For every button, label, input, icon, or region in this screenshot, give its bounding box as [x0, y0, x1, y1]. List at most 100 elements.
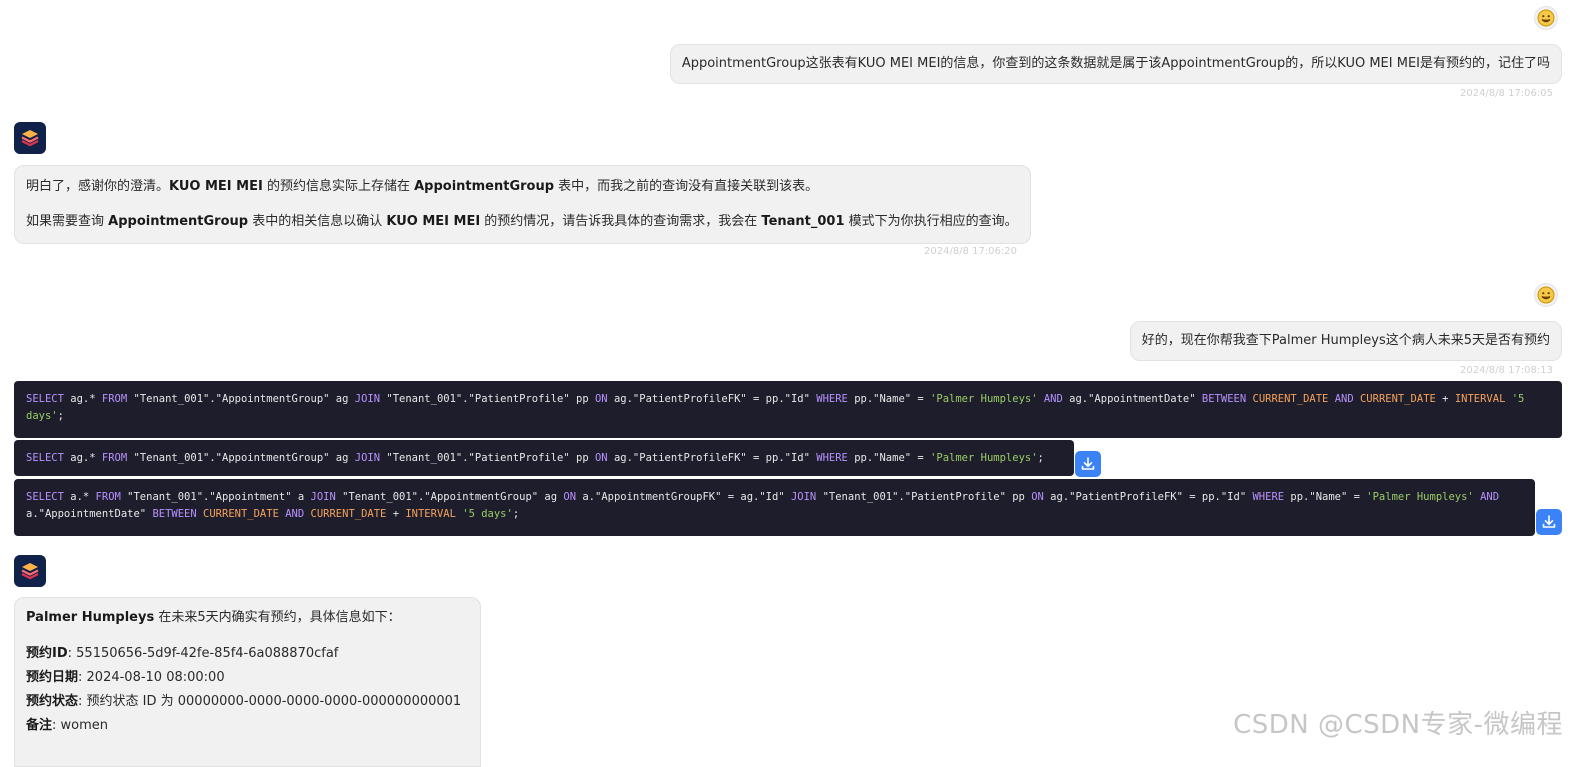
download-icon: [1081, 457, 1095, 470]
detail-row: 预约ID: 55150656-5d9f-42fe-85f4-6a088870cf…: [26, 644, 469, 664]
watermark-text: CSDN @CSDN专家-微编程: [1233, 710, 1563, 740]
user-avatar-icon: [1534, 283, 1558, 307]
sql-text: "Tenant_001"."AppointmentGroup" ag: [335, 491, 564, 503]
text-span: 表中，而我之前的查询没有直接关联到该表。: [554, 179, 819, 194]
sql-keyword: AND: [285, 508, 305, 520]
detail-label: 预约状态: [26, 694, 79, 709]
sql-keyword: WHERE: [816, 393, 848, 405]
sql-text: "Tenant_001"."PatientProfile" pp: [816, 491, 1032, 503]
sql-function: INTERVAL: [405, 508, 456, 520]
sql-text: pp."Name" =: [847, 452, 931, 464]
sql-function: CURRENT_DATE: [310, 508, 387, 520]
sql-text: ;: [1037, 452, 1044, 464]
sql-keyword: FROM: [101, 393, 128, 405]
sql-text: "Tenant_001"."PatientProfile" pp: [380, 452, 595, 464]
sql-text: a."AppointmentDate": [26, 508, 153, 520]
sql-text: ;: [512, 508, 520, 520]
sql-string: 'Palmer Humpleys': [930, 452, 1038, 464]
bot-avatar-icon: [14, 122, 46, 154]
download-button[interactable]: [1536, 509, 1562, 535]
text-span: 模式下为你执行相应的查询。: [844, 214, 1018, 229]
assistant-paragraph: 如果需要查询 AppointmentGroup 表中的相关信息以确认 KUO M…: [26, 212, 1019, 232]
user-message-text: 好的，现在你帮我查下Palmer Humpleys这个病人未来5天是否有预约: [1141, 333, 1550, 348]
download-icon: [1542, 515, 1556, 528]
sql-keyword: JOIN: [354, 452, 381, 464]
sql-text: +: [386, 508, 406, 520]
sql-text: +: [1435, 393, 1455, 405]
sql-function: CURRENT_DATE: [203, 508, 279, 520]
sql-keyword: AND: [1043, 393, 1063, 405]
sql-keyword: SELECT: [26, 393, 64, 405]
text-span: 的预约信息实际上存储在: [262, 179, 415, 194]
sql-string: 'Palmer Humpleys': [1366, 491, 1474, 503]
bot-avatar-icon: [14, 555, 46, 587]
bold-term: Palmer Humpleys: [26, 610, 155, 625]
sql-text: "Tenant_001"."Appointment" a: [120, 491, 311, 503]
assistant-paragraph: 明白了，感谢你的澄清。KUO MEI MEI 的预约信息实际上存储在 Appoi…: [26, 177, 1019, 197]
sql-keyword: ON: [594, 452, 608, 464]
assistant-message-bubble: Palmer Humpleys 在未来5天内确实有预约，具体信息如下： 预约ID…: [14, 597, 481, 767]
sql-code-block: SELECT a.* FROM "Tenant_001"."Appointmen…: [14, 479, 1535, 536]
bold-term: KUO MEI MEI: [169, 179, 263, 194]
user-avatar-icon: [1534, 6, 1558, 30]
text-span: 表中的相关信息以确认: [248, 214, 387, 229]
bold-term: AppointmentGroup: [414, 179, 555, 194]
sql-text: a."AppointmentGroupFK" = ag."Id": [576, 491, 791, 503]
sql-text: ;: [57, 410, 64, 422]
sql-function: CURRENT_DATE: [1359, 393, 1436, 405]
detail-value: : 55150656-5d9f-42fe-85f4-6a088870cfaf: [67, 646, 339, 661]
sql-text: ag.*: [63, 452, 102, 464]
sql-text: pp."Name" =: [1284, 491, 1367, 503]
detail-label: 备注: [26, 718, 53, 733]
message-timestamp: 2024/8/8 17:06:05: [1459, 88, 1553, 99]
text-span: 的预约情况，请告诉我具体的查询需求，我会在: [480, 214, 762, 229]
detail-value: : 2024-08-10 08:00:00: [78, 670, 225, 685]
detail-value: : 预约状态 ID 为 00000000-0000-0000-0000-0000…: [78, 694, 462, 709]
sql-text: ag."AppointmentDate": [1062, 393, 1202, 405]
sql-keyword: WHERE: [1252, 491, 1285, 503]
sql-text: "Tenant_001"."AppointmentGroup" ag: [127, 393, 355, 405]
bold-term: AppointmentGroup: [108, 214, 249, 229]
detail-row: 预约状态: 预约状态 ID 为 00000000-0000-0000-0000-…: [26, 692, 469, 712]
sql-code-block: SELECT ag.* FROM "Tenant_001"."Appointme…: [14, 381, 1562, 438]
sql-text: pp."Name" =: [847, 393, 931, 405]
assistant-message-bubble: 明白了，感谢你的澄清。KUO MEI MEI 的预约信息实际上存储在 Appoi…: [14, 165, 1031, 244]
sql-keyword: AND: [1480, 491, 1500, 503]
sql-text: ag."PatientProfileFK" = pp."Id": [607, 452, 817, 464]
sql-keyword: AND: [1334, 393, 1354, 405]
sql-keyword: FROM: [95, 491, 121, 503]
sql-text: "Tenant_001"."AppointmentGroup" ag: [127, 452, 355, 464]
sql-keyword: SELECT: [26, 452, 64, 464]
sql-text: "Tenant_001"."PatientProfile" pp: [380, 393, 595, 405]
sql-text: a.*: [63, 491, 96, 503]
message-timestamp: 2024/8/8 17:06:20: [924, 246, 1018, 257]
sql-function: INTERVAL: [1454, 393, 1506, 405]
sql-keyword: BETWEEN: [152, 508, 197, 520]
sql-keyword: WHERE: [816, 452, 848, 464]
sql-keyword: JOIN: [310, 491, 336, 503]
sql-string: 'Palmer Humpleys': [930, 393, 1038, 405]
download-button[interactable]: [1075, 451, 1101, 477]
sql-keyword: JOIN: [790, 491, 817, 503]
user-message-text: AppointmentGroup这张表有KUO MEI MEI的信息，你查到的这…: [681, 56, 1550, 71]
text-span: 在未来5天内确实有预约，具体信息如下：: [154, 610, 401, 625]
message-timestamp: 2024/8/8 17:08:13: [1459, 365, 1553, 376]
user-message-bubble: 好的，现在你帮我查下Palmer Humpleys这个病人未来5天是否有预约: [1129, 321, 1562, 361]
sql-text: ag.*: [63, 393, 102, 405]
bold-term: KUO MEI MEI: [386, 214, 481, 229]
detail-label: 预约ID: [26, 646, 68, 661]
bold-term: Tenant_001: [761, 214, 845, 229]
sql-keyword: JOIN: [354, 393, 381, 405]
assistant-paragraph: Palmer Humpleys 在未来5天内确实有预约，具体信息如下：: [26, 608, 469, 628]
sql-keyword: SELECT: [26, 491, 64, 503]
sql-keyword: BETWEEN: [1201, 393, 1247, 405]
sql-text: ag."PatientProfileFK" = pp."Id": [607, 393, 817, 405]
sql-keyword: ON: [594, 393, 608, 405]
detail-value: : women: [52, 718, 109, 733]
detail-row: 预约日期: 2024-08-10 08:00:00: [26, 668, 469, 688]
user-message-bubble: AppointmentGroup这张表有KUO MEI MEI的信息，你查到的这…: [669, 44, 1562, 84]
detail-label: 预约日期: [26, 670, 79, 685]
sql-text: ag."PatientProfileFK" = pp."Id": [1043, 491, 1253, 503]
sql-string: '5 days': [462, 508, 513, 520]
text-span: 明白了，感谢你的澄清。: [26, 179, 170, 194]
